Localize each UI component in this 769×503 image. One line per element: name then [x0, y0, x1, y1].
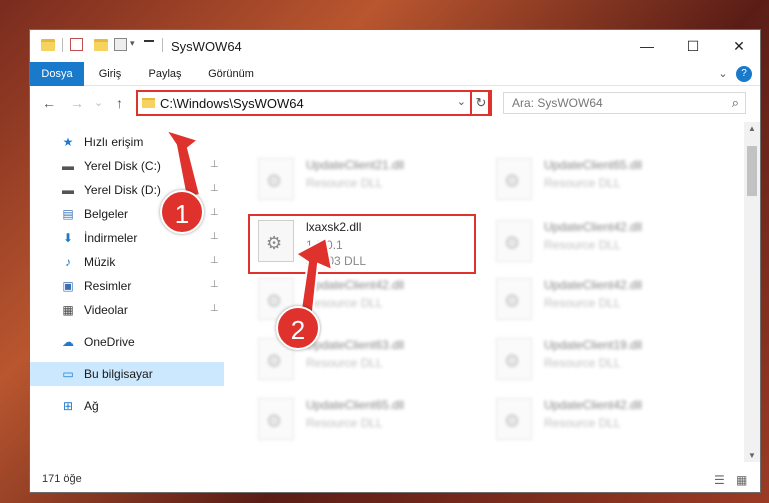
- arrow-to-address-bar: [163, 128, 202, 199]
- annotation-arrows: [163, 128, 334, 322]
- step-2-badge: 2: [276, 306, 320, 350]
- step-1-badge: 1: [160, 190, 204, 234]
